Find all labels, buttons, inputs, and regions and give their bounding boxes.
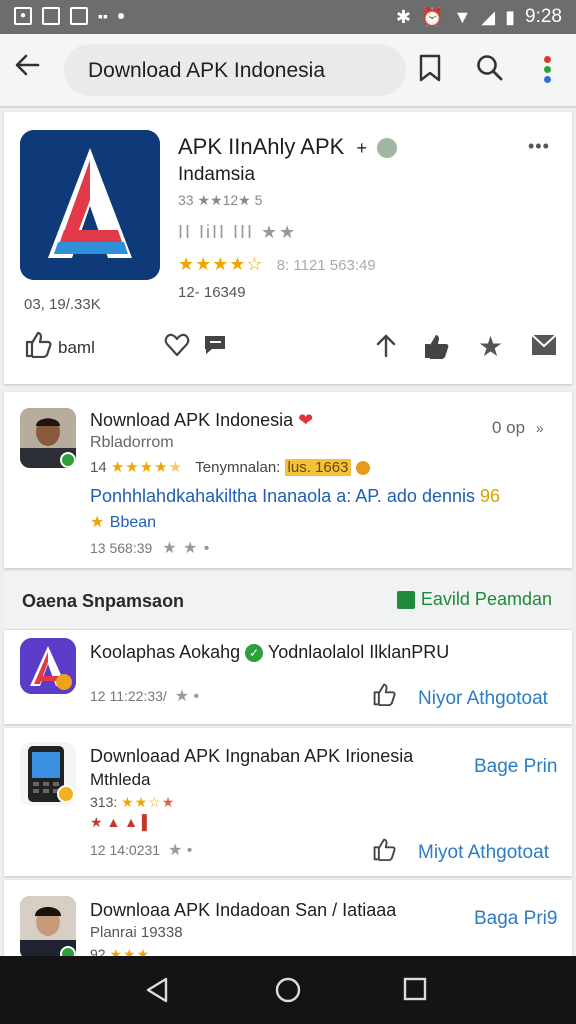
clock: 9:28 [525, 6, 562, 27]
verified-badge-icon [377, 138, 398, 159]
signal-icon: ◢ [481, 6, 496, 27]
app-meta-line: 33 ★★12★ 5 [178, 192, 263, 208]
flag-icon [396, 590, 415, 609]
navigation-bar [0, 956, 576, 1024]
app-subtitle: Indamsia [178, 164, 256, 185]
thumbs-up-icon[interactable] [372, 836, 396, 868]
item-action-link[interactable]: Miyot Athgotoat [418, 842, 549, 864]
overflow-menu-icon[interactable] [544, 56, 552, 86]
item-title: Downloaad APK Ingnaban APK Irionesia [90, 746, 414, 766]
item-rating: 313: ★★☆★ [90, 794, 175, 810]
thumbs-up-icon[interactable] [372, 682, 396, 712]
review-subtitle: Rbladorrom [90, 434, 174, 451]
review-rating: 14 ★★★★★ Tenymnalan: lus. 1663 [90, 458, 370, 476]
bluetooth-icon: ✱ [395, 6, 412, 27]
app-title: APK IInAhly APK + [178, 134, 398, 160]
verified-check-icon: ✓ [245, 644, 264, 663]
item-right-link[interactable]: Bage Prin [474, 756, 557, 778]
notification-icons: ● ▪▪ [14, 7, 124, 25]
section-action-button[interactable]: Eavild Peamdan [396, 589, 552, 610]
item-meta: 12 11:22:33/ ★ • [90, 688, 200, 705]
notification-chat-icon: ▪▪ [98, 8, 108, 24]
notification-gallery-icon [70, 7, 88, 25]
item-subtitle: Planrai 19338 [90, 924, 183, 941]
search-query: Download APK Indonesia [88, 59, 325, 82]
bookmark-icon[interactable] [418, 54, 442, 89]
coin-icon [355, 461, 370, 476]
item-title: Koolaphas Aokahg ✓ Yodnlaolalol IlklanPR… [90, 642, 450, 663]
section-header: Oaena Snpamsaon Eavild Peamdan [4, 570, 572, 630]
review-body-link[interactable]: Ponhhlahdkahakiltha Inanaola a: AP. ado … [90, 486, 500, 507]
favorite-heart-icon[interactable] [164, 332, 190, 365]
notification-dot-icon [117, 13, 124, 19]
app-downloads: 03, 19/.33K [24, 296, 101, 313]
section-title: Oaena Snpamsaon [22, 591, 185, 611]
more-options-icon[interactable]: ••• [528, 136, 550, 157]
review-title: Nownload APK Indonesia ❤ [90, 410, 314, 430]
star-icon[interactable]: ★ [478, 330, 503, 363]
item-meta: 12 14:0231 ★ • [90, 842, 193, 859]
review-card[interactable]: Nownload APK Indonesia ❤ Rbladorrom 0 op… [4, 392, 572, 568]
notification-app-icon: ● [14, 7, 32, 25]
search-field[interactable]: Download APK Indonesia [64, 44, 406, 96]
wifi-icon: ▼ [453, 6, 472, 27]
app-rating: ★★★★☆ 8: 1121 563:49 [178, 254, 376, 274]
item-action-link[interactable]: Niyor Athgotoat [418, 688, 548, 710]
app-count: 12- 16349 [178, 284, 246, 301]
notification-image-icon [42, 7, 60, 25]
alarm-icon: ⏰ [421, 6, 444, 27]
comment-icon[interactable] [202, 332, 228, 365]
app-bar: Download APK Indonesia [0, 34, 576, 108]
app-detail-card: APK IInAhly APK + Indamsia 33 ★★12★ 5 II… [4, 112, 572, 384]
app-meta-line-2: II IiII III ★★ [178, 222, 298, 242]
review-right-meta: 0 op » [492, 418, 544, 437]
item-badges: ★ ▲ ▲ ▌ [90, 814, 152, 830]
phone-app-icon [20, 742, 76, 806]
mail-icon[interactable] [530, 332, 558, 365]
item-title: Downloaa APK Indadoan San / Iatiaaa [90, 900, 397, 920]
search-icon[interactable] [476, 54, 504, 89]
like-button[interactable]: baml [24, 330, 95, 365]
system-icons: ✱ ⏰ ▼ ◢ ▮ 9:28 [396, 6, 562, 28]
nav-back-icon[interactable] [144, 976, 170, 1009]
list-item[interactable]: Downloaa APK Indadoan San / Iatiaaa Plan… [4, 880, 572, 962]
item-subtitle: Mthleda [90, 770, 151, 789]
back-arrow-icon[interactable] [14, 52, 40, 86]
app-logo-icon [20, 638, 76, 694]
review-body-extra: ★ Bbean [90, 514, 157, 531]
list-item[interactable]: Koolaphas Aokahg ✓ Yodnlaolalol IlklanPR… [4, 630, 572, 724]
app-logo-icon[interactable] [20, 130, 160, 280]
developer-avatar [20, 896, 76, 960]
item-right-link[interactable]: Baga Pri9 [474, 908, 557, 930]
share-icon[interactable] [372, 332, 400, 367]
reviewer-avatar [20, 408, 76, 468]
heart-icon: ❤ [298, 410, 314, 430]
nav-recents-icon[interactable] [402, 976, 428, 1007]
nav-home-icon[interactable] [274, 976, 302, 1009]
thumbs-rate-icon[interactable] [422, 332, 452, 367]
like-label: baml [58, 337, 95, 357]
status-bar: ● ▪▪ ✱ ⏰ ▼ ◢ ▮ 9:28 [0, 0, 576, 34]
review-footer: 13 568:39 ★ ★ • [90, 540, 211, 557]
list-item[interactable]: Downloaad APK Ingnaban APK Irionesia Mth… [4, 728, 572, 876]
battery-icon: ▮ [505, 6, 516, 27]
review-tag-badge: lus. 1663 [284, 459, 352, 476]
thumbs-up-icon [24, 330, 52, 365]
